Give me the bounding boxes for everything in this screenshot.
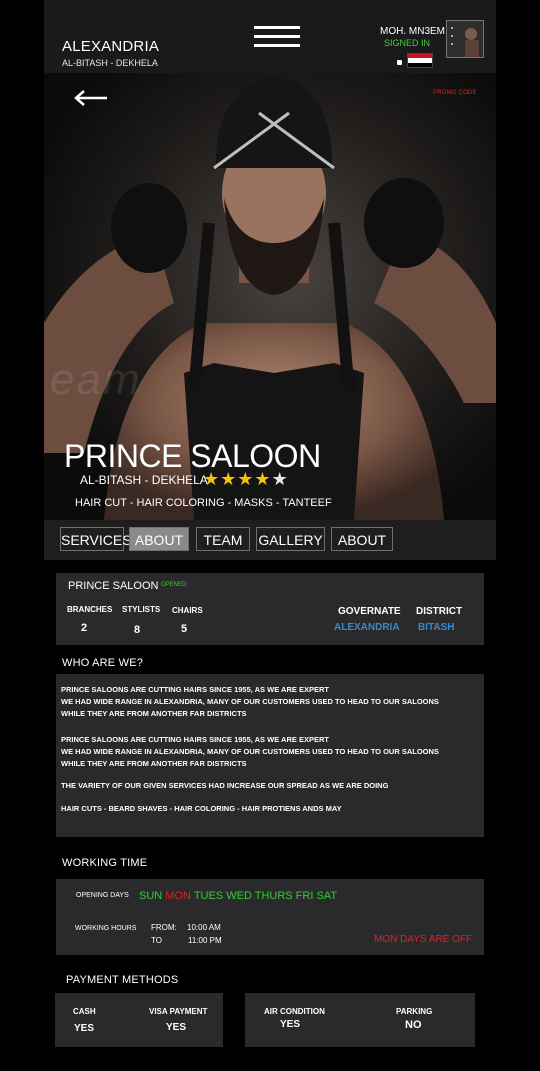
branches-label: BRANCHES [67, 605, 113, 614]
tab-about[interactable]: ABOUT [129, 527, 189, 551]
watermark: eam [50, 355, 142, 404]
services-summary: HAIR CUT - HAIR COLORING - MASKS - TANTE… [75, 497, 332, 509]
stylists-label: STYLISTS [122, 605, 161, 614]
cash-value: YES [74, 1023, 95, 1034]
about-paragraph-2: PRINCE SALOONS ARE CUTTING HAIRS SINCE 1… [61, 735, 439, 768]
about-section-title: WHO ARE WE? [62, 657, 144, 669]
visa-label: VISA PAYMENT [149, 1007, 208, 1016]
from-label: FROM: [151, 923, 177, 932]
working-hours-label: WORKING HOURS [75, 925, 137, 932]
city-title[interactable]: ALEXANDRIA [62, 38, 159, 55]
air-condition-label: AIR CONDITION [264, 1007, 325, 1016]
branches-value: 2 [81, 622, 88, 634]
governate-value[interactable]: ALEXANDRIA [334, 622, 400, 633]
tab-services[interactable]: SERVICES [60, 527, 132, 551]
tab-about-2[interactable]: ABOUT [331, 527, 393, 551]
to-time: 11:00 PM [188, 936, 222, 945]
avatar[interactable] [446, 20, 484, 58]
governate-label: GOVERNATE [338, 606, 401, 617]
saloon-district: AL-BITASH - DEKHELA [80, 473, 208, 487]
district-label: DISTRICT [416, 606, 463, 617]
star-icon: ★ [271, 469, 289, 489]
payment-panel [55, 993, 223, 1047]
opening-days-label: OPENING DAYS [76, 892, 129, 899]
about-paragraph-1: PRINCE SALOONS ARE CUTTING HAIRS SINCE 1… [61, 685, 439, 718]
days-off-note: MON DAYS ARE OFF [374, 934, 473, 945]
menu-icon[interactable] [254, 26, 300, 50]
cash-label: CASH [73, 1007, 96, 1016]
user-name[interactable]: MOH. MN3EM [380, 26, 445, 37]
district-subtitle: AL-BITASH - DEKHELA [62, 58, 158, 68]
stylists-value: 8 [134, 624, 141, 636]
district-value[interactable]: BITASH [418, 622, 454, 633]
about-paragraph-3: THE VARIETY OF OUR GIVEN SERVICES HAD IN… [61, 781, 389, 790]
parking-label: PARKING [396, 1007, 433, 1016]
visa-value: YES [166, 1022, 187, 1033]
star-icon: ★ [254, 469, 272, 489]
working-time-title: WORKING TIME [62, 857, 148, 869]
tab-gallery[interactable]: GALLERY [256, 527, 325, 551]
to-label: TO [151, 936, 162, 945]
payment-title: PAYMENT METHODS [66, 974, 179, 986]
dot-icon [397, 60, 402, 65]
info-name: PRINCE SALOON [68, 580, 159, 592]
chairs-label: CHAIRS [172, 606, 203, 615]
egypt-flag-icon[interactable] [407, 53, 433, 68]
tab-team[interactable]: TEAM [196, 527, 250, 551]
from-time: 10:00 AM [187, 923, 221, 932]
star-icon: ★ [237, 469, 255, 489]
chairs-value: 5 [181, 623, 188, 635]
parking-value: NO [405, 1019, 422, 1031]
rating-stars: ★★★★★ [203, 469, 289, 490]
promo-code-link[interactable]: PROMO CODE [433, 90, 477, 96]
open-status-badge: OPENED [161, 582, 187, 588]
back-arrow-icon[interactable] [74, 90, 108, 106]
air-condition-value: YES [280, 1019, 301, 1030]
sign-in-status: SIGNED IN [384, 38, 431, 48]
about-paragraph-4: HAIR CUTS - BEARD SHAVES - HAIR COLORING… [61, 804, 342, 813]
opening-days-list: SUN MON TUES WED THURS FRI SAT [139, 890, 338, 902]
star-icon: ★ [220, 469, 238, 489]
star-icon: ★ [203, 469, 221, 489]
